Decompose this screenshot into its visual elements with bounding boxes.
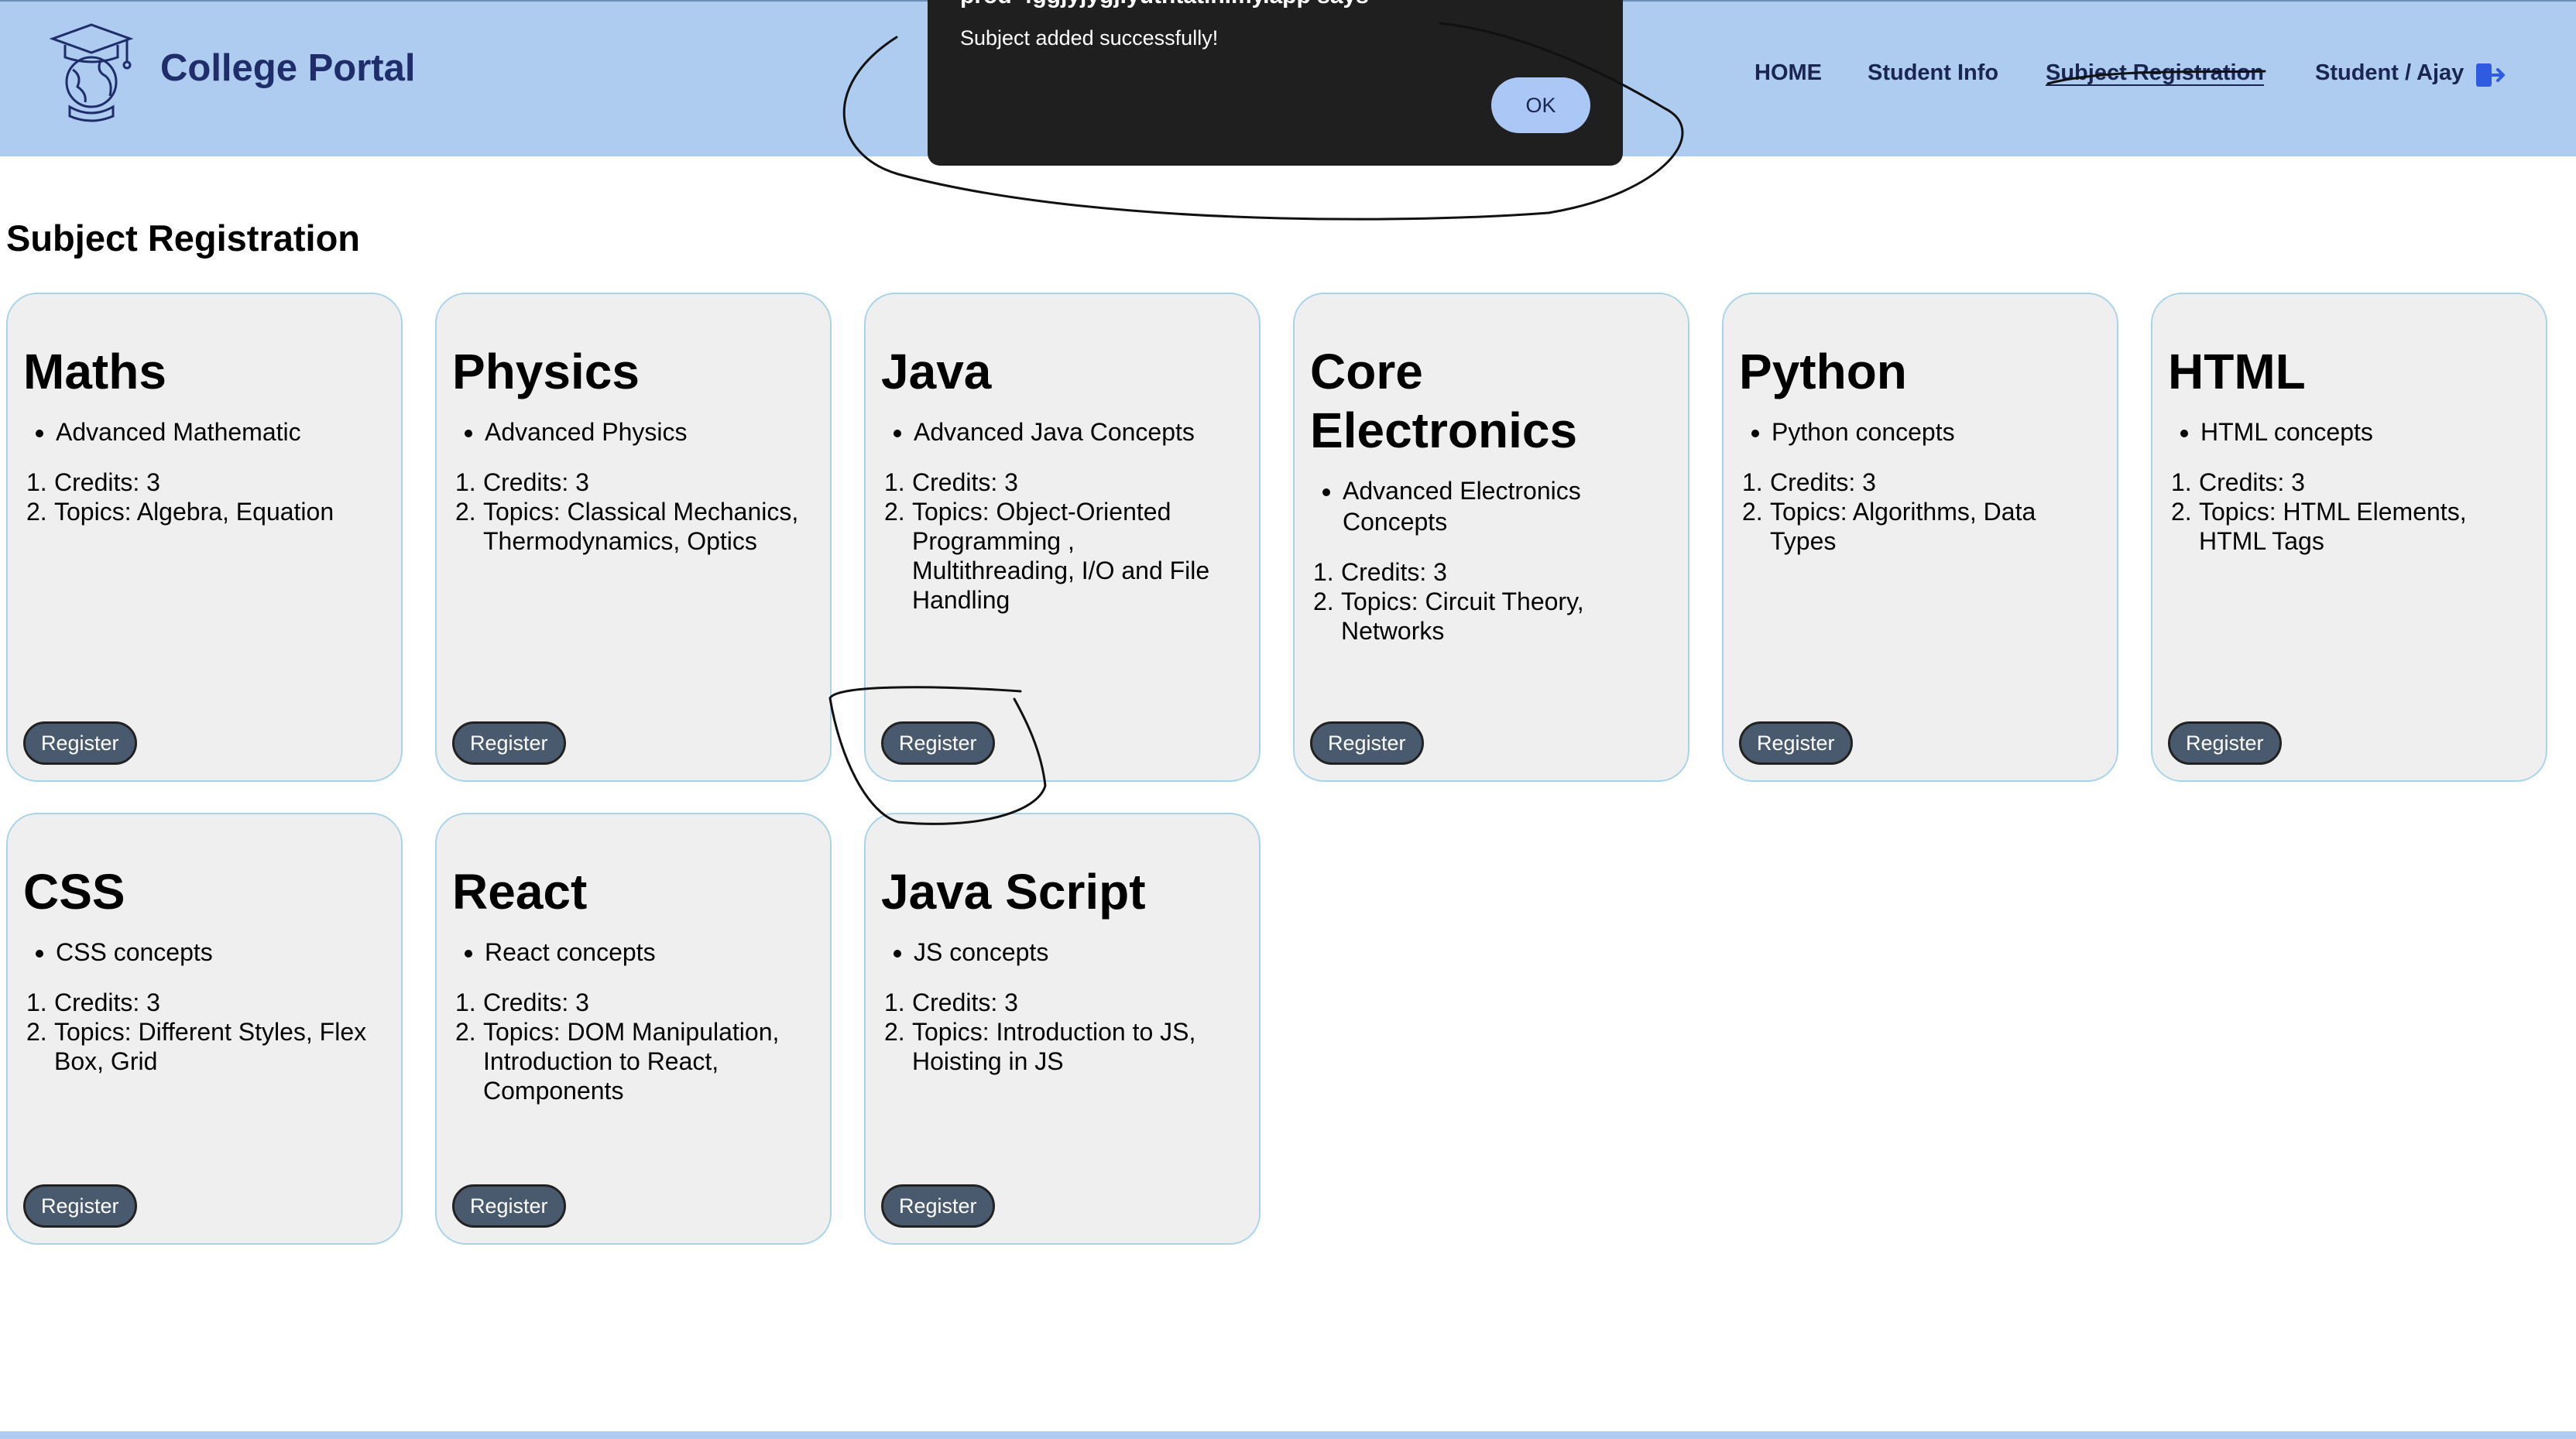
subject-description: Advanced Physics [485, 416, 815, 447]
subject-topics: Topics: Algorithms, Data Types [1742, 497, 2036, 555]
subject-topics: Topics: HTML Elements, HTML Tags [2171, 497, 2467, 555]
subject-card-java: Java Advanced Java Concepts Credits: 3 T… [864, 293, 1261, 782]
subject-description: Advanced Electronics Concepts [1343, 475, 1672, 537]
subject-description: CSS concepts [56, 937, 386, 968]
subject-card-css: CSS CSS concepts Credits: 3 Topics: Diff… [6, 813, 403, 1245]
nav-home[interactable]: HOME [1754, 60, 1822, 86]
subject-credits: Credits: 3 [26, 468, 160, 497]
subject-credits: Credits: 3 [2171, 468, 2305, 497]
subject-credits: Credits: 3 [884, 468, 1018, 497]
register-button[interactable]: Register [881, 721, 995, 765]
subject-name: Java Script [881, 864, 1146, 920]
subject-credits: Credits: 3 [455, 468, 589, 497]
subject-name: Java [881, 344, 992, 399]
alert-dialog: prod-4ggjyjygj.yuthtatin.my.app says Sub… [928, 0, 1623, 166]
register-button[interactable]: Register [452, 1184, 566, 1228]
subject-name: Maths [23, 344, 166, 399]
subject-description: Python concepts [1772, 416, 2101, 447]
subject-credits: Credits: 3 [884, 988, 1018, 1017]
subject-credits: Credits: 3 [26, 988, 160, 1017]
subject-description: JS concepts [914, 937, 1243, 968]
logout-icon[interactable] [2475, 60, 2506, 90]
subject-credits: Credits: 3 [1742, 468, 1876, 497]
nav-student-info[interactable]: Student Info [1868, 60, 1998, 86]
subject-name: CSS [23, 864, 125, 920]
page-title: Subject Registration [6, 218, 361, 259]
nav-subject-registration[interactable]: Subject Registration [2046, 60, 2264, 86]
page-bottom-border [0, 1431, 2576, 1439]
subject-card-python: Python Python concepts Credits: 3 Topics… [1722, 293, 2118, 782]
subject-credits: Credits: 3 [1313, 557, 1447, 587]
register-button[interactable]: Register [23, 1184, 137, 1228]
register-button[interactable]: Register [2168, 721, 2282, 765]
subject-description: HTML concepts [2200, 416, 2530, 447]
ok-button[interactable]: OK [1491, 77, 1590, 133]
subject-name: Physics [452, 344, 640, 399]
subject-name: Python [1739, 344, 1907, 399]
subject-card-java-script: Java Script JS concepts Credits: 3 Topic… [864, 813, 1261, 1245]
subject-name: HTML [2168, 344, 2306, 399]
subject-card-react: React React concepts Credits: 3 Topics: … [435, 813, 832, 1245]
subject-topics: Topics: DOM Manipulation, Introduction t… [455, 1017, 780, 1105]
subject-card-html: HTML HTML concepts Credits: 3 Topics: HT… [2151, 293, 2547, 782]
subject-card-core-electronics: Core Electronics Advanced Electronics Co… [1293, 293, 1689, 782]
subject-topics: Topics: Circuit Theory, Networks [1313, 587, 1584, 645]
register-button[interactable]: Register [1739, 721, 1853, 765]
register-button[interactable]: Register [1310, 721, 1424, 765]
subject-grid: Maths Advanced Mathematic Credits: 3 Top… [6, 293, 2554, 1245]
subject-topics: Topics: Object-Oriented Programming , Mu… [884, 497, 1210, 614]
register-button[interactable]: Register [881, 1184, 995, 1228]
subject-card-maths: Maths Advanced Mathematic Credits: 3 Top… [6, 293, 403, 782]
app-title: College Portal [160, 47, 416, 89]
subject-topics: Topics: Introduction to JS, Hoisting in … [884, 1017, 1196, 1075]
subject-credits: Credits: 3 [455, 988, 589, 1017]
subject-name: Core Electronics [1310, 344, 1578, 458]
graduate-globe-icon[interactable] [46, 22, 136, 122]
subject-name: React [452, 864, 588, 920]
register-button[interactable]: Register [23, 721, 137, 765]
subject-description: Advanced Java Concepts [914, 416, 1243, 447]
subject-topics: Topics: Algebra, Equation [26, 497, 334, 526]
alert-origin: prod-4ggjyjygj.yuthtatin.my.app says [960, 0, 1369, 9]
subject-description: Advanced Mathematic [56, 416, 386, 447]
register-button[interactable]: Register [452, 721, 566, 765]
subject-topics: Topics: Classical Mechanics, Thermodynam… [455, 497, 799, 555]
subject-description: React concepts [485, 937, 815, 968]
subject-card-physics: Physics Advanced Physics Credits: 3 Topi… [435, 293, 832, 782]
subject-topics: Topics: Different Styles, Flex Box, Grid [26, 1017, 367, 1075]
nav-student-profile[interactable]: Student / Ajay [2315, 60, 2464, 86]
alert-message: Subject added successfully! [960, 26, 1219, 50]
